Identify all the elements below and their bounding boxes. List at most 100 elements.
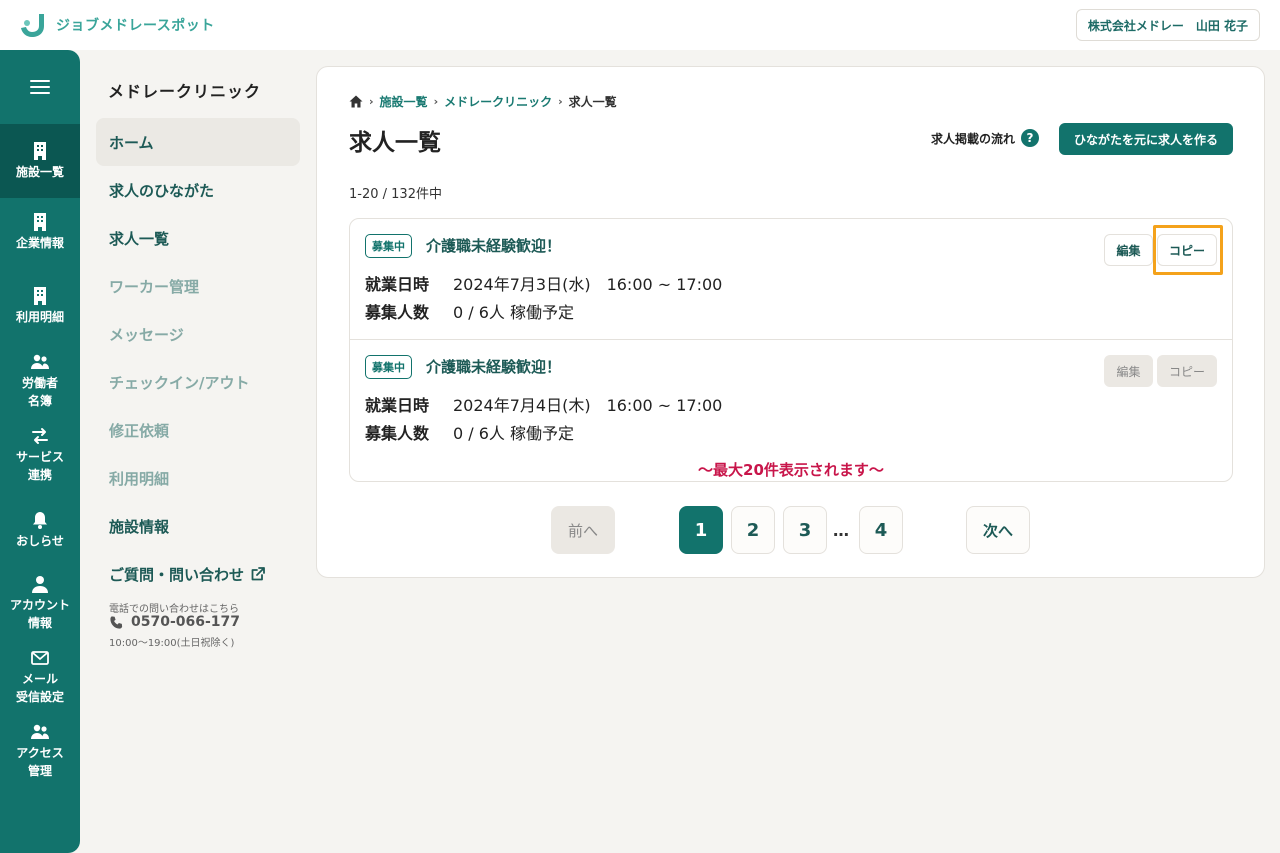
user-icon	[32, 576, 48, 593]
help-icon: ?	[1021, 129, 1040, 147]
bell-icon	[33, 512, 47, 529]
rail-item-account[interactable]: アカウント 情報	[0, 574, 80, 636]
page-button-4[interactable]: 4	[859, 506, 903, 554]
subnav-item-templates[interactable]: 求人のひながた	[96, 166, 300, 214]
subnav-item-home[interactable]: ホーム	[96, 118, 300, 166]
page-button-3[interactable]: 3	[783, 506, 827, 554]
rail-item-company[interactable]: 企業情報	[0, 212, 80, 258]
rail-item-mail-settings[interactable]: メール 受信設定	[0, 648, 80, 710]
external-link-icon	[251, 567, 265, 581]
rail-item-label: メール	[21, 672, 58, 686]
menu-button[interactable]	[0, 50, 80, 124]
hamburger-icon	[30, 80, 50, 94]
next-page-button[interactable]: 次へ	[966, 506, 1030, 554]
breadcrumb-facility[interactable]: メドレークリニック	[444, 93, 552, 110]
copy-button[interactable]: コピー	[1157, 234, 1217, 266]
job-headcount-value: 0 / 6人 稼働予定	[453, 303, 575, 322]
contact-hours: 10:00〜19:00(土日祝除く)	[109, 638, 235, 649]
subnav-item-messages[interactable]: メッセージ	[96, 310, 300, 358]
users-icon	[31, 724, 49, 739]
job-headcount-value: 0 / 6人 稼働予定	[453, 424, 575, 443]
job-headcount-row: 募集人数 0 / 6人 稼働予定	[365, 299, 574, 323]
contact-phone: 0570-066-177	[109, 614, 240, 630]
create-from-template-button[interactable]: ひながたを元に求人を作る	[1059, 123, 1233, 155]
status-badge: 募集中	[365, 355, 412, 379]
subnav-item-facility-info[interactable]: 施設情報	[96, 502, 300, 550]
job-datetime-value: 2024年7月4日(木) 16:00 ~ 17:00	[453, 396, 723, 415]
top-header: ジョブメドレースポット 株式会社メドレー 山田 花子	[0, 0, 1280, 50]
rail-item-label: 受信設定	[15, 690, 64, 704]
building-icon	[34, 287, 46, 305]
subnav-item-job-list[interactable]: 求人一覧	[96, 214, 300, 262]
rail-item-label: 管理	[27, 764, 52, 778]
job-datetime-value: 2024年7月3日(水) 16:00 ~ 17:00	[453, 275, 723, 294]
job-datetime-label: 就業日時	[365, 275, 430, 294]
max-items-note: 〜最大20件表示されます〜	[698, 461, 884, 479]
job-datetime-label: 就業日時	[365, 396, 430, 415]
rail-item-label: サービス	[15, 450, 64, 464]
subnav-item-billing[interactable]: 利用明細	[96, 454, 300, 502]
building-icon	[34, 213, 46, 231]
job-title[interactable]: 介護職未経験歓迎！	[426, 235, 561, 256]
rail-item-billing[interactable]: 利用明細	[0, 286, 80, 332]
job-datetime-row: 就業日時 2024年7月4日(木) 16:00 ~ 17:00	[365, 392, 722, 416]
posting-flow-link[interactable]: 求人掲載の流れ ?	[931, 129, 1040, 147]
contact-link-label: ご質問・問い合わせ	[109, 565, 245, 584]
breadcrumb-facilities[interactable]: 施設一覧	[380, 93, 428, 110]
logo-icon	[21, 14, 44, 37]
job-headcount-label: 募集人数	[365, 424, 430, 443]
rail-item-integration[interactable]: サービス 連携	[0, 426, 80, 488]
rail-item-workers[interactable]: 労働者 名簿	[0, 352, 80, 414]
rail-item-access[interactable]: アクセス 管理	[0, 722, 80, 784]
building-icon	[34, 142, 46, 160]
user-menu-button[interactable]: 株式会社メドレー 山田 花子	[1075, 9, 1260, 41]
subnav-item-contact[interactable]: ご質問・問い合わせ	[96, 550, 300, 598]
page-title: 求人一覧	[349, 130, 441, 156]
job-datetime-row: 就業日時 2024年7月3日(水) 16:00 ~ 17:00	[365, 271, 722, 295]
edit-button[interactable]: 編集	[1104, 234, 1153, 266]
subnav-item-corrections[interactable]: 修正依頼	[96, 406, 300, 454]
job-title[interactable]: 介護職未経験歓迎！	[426, 356, 561, 377]
posting-flow-label: 求人掲載の流れ	[931, 131, 1016, 146]
mail-icon	[31, 651, 49, 665]
prev-page-button[interactable]: 前へ	[551, 506, 615, 554]
page-button-1[interactable]: 1	[679, 506, 723, 554]
status-badge: 募集中	[365, 234, 412, 258]
contact-note: 電話での問い合わせはこちら	[109, 604, 239, 615]
rail-item-label: 名簿	[27, 394, 52, 408]
rail-item-label: おしらせ	[16, 534, 64, 548]
copy-button[interactable]: コピー	[1157, 355, 1217, 387]
job-headcount-label: 募集人数	[365, 303, 430, 322]
rail-item-label: 企業情報	[15, 236, 64, 250]
swap-icon	[32, 428, 48, 444]
icon-rail: 施設一覧 企業情報 利用明細 労働者 名簿 サービス 連携 おしらせ アカウント…	[0, 50, 80, 853]
rail-item-facilities[interactable]: 施設一覧	[0, 124, 80, 198]
rail-item-notices[interactable]: おしらせ	[0, 510, 80, 554]
edit-button[interactable]: 編集	[1104, 355, 1153, 387]
contact-phone-number: 0570-066-177	[131, 614, 241, 630]
rail-item-label: 利用明細	[15, 310, 64, 324]
page-button-2[interactable]: 2	[731, 506, 775, 554]
phone-icon	[110, 615, 123, 629]
main-panel: › 施設一覧 › メドレークリニック › 求人一覧 求人一覧 求人掲載の流れ ?…	[316, 66, 1265, 578]
logo-text: ジョブメドレースポット	[56, 18, 215, 34]
result-count: 1-20 / 132件中	[349, 187, 442, 202]
breadcrumb-separator-icon: ›	[558, 95, 563, 108]
home-icon[interactable]	[349, 95, 363, 108]
page-ellipsis: …	[833, 520, 849, 540]
subnav-item-checkin[interactable]: チェックイン/アウト	[96, 358, 300, 406]
logo[interactable]: ジョブメドレースポット	[20, 12, 215, 38]
subnav-item-workers[interactable]: ワーカー管理	[96, 262, 300, 310]
job-list: 募集中 介護職未経験歓迎！ 就業日時 2024年7月3日(水) 16:00 ~ …	[349, 218, 1233, 482]
rail-item-label: 連携	[27, 468, 52, 482]
users-icon	[31, 354, 49, 369]
rail-item-label: アカウント	[9, 598, 70, 612]
breadcrumb-separator-icon: ›	[433, 95, 439, 108]
job-card[interactable]: 募集中 介護職未経験歓迎！ 就業日時 2024年7月3日(水) 16:00 ~ …	[350, 219, 1232, 339]
job-card[interactable]: 募集中 介護職未経験歓迎！ 就業日時 2024年7月4日(木) 16:00 ~ …	[350, 339, 1232, 459]
rail-item-label: 情報	[27, 616, 52, 630]
job-headcount-row: 募集人数 0 / 6人 稼働予定	[365, 420, 574, 444]
breadcrumb-separator-icon: ›	[369, 95, 374, 108]
rail-item-label: アクセス	[16, 746, 64, 760]
rail-item-label: 施設一覧	[15, 165, 64, 179]
